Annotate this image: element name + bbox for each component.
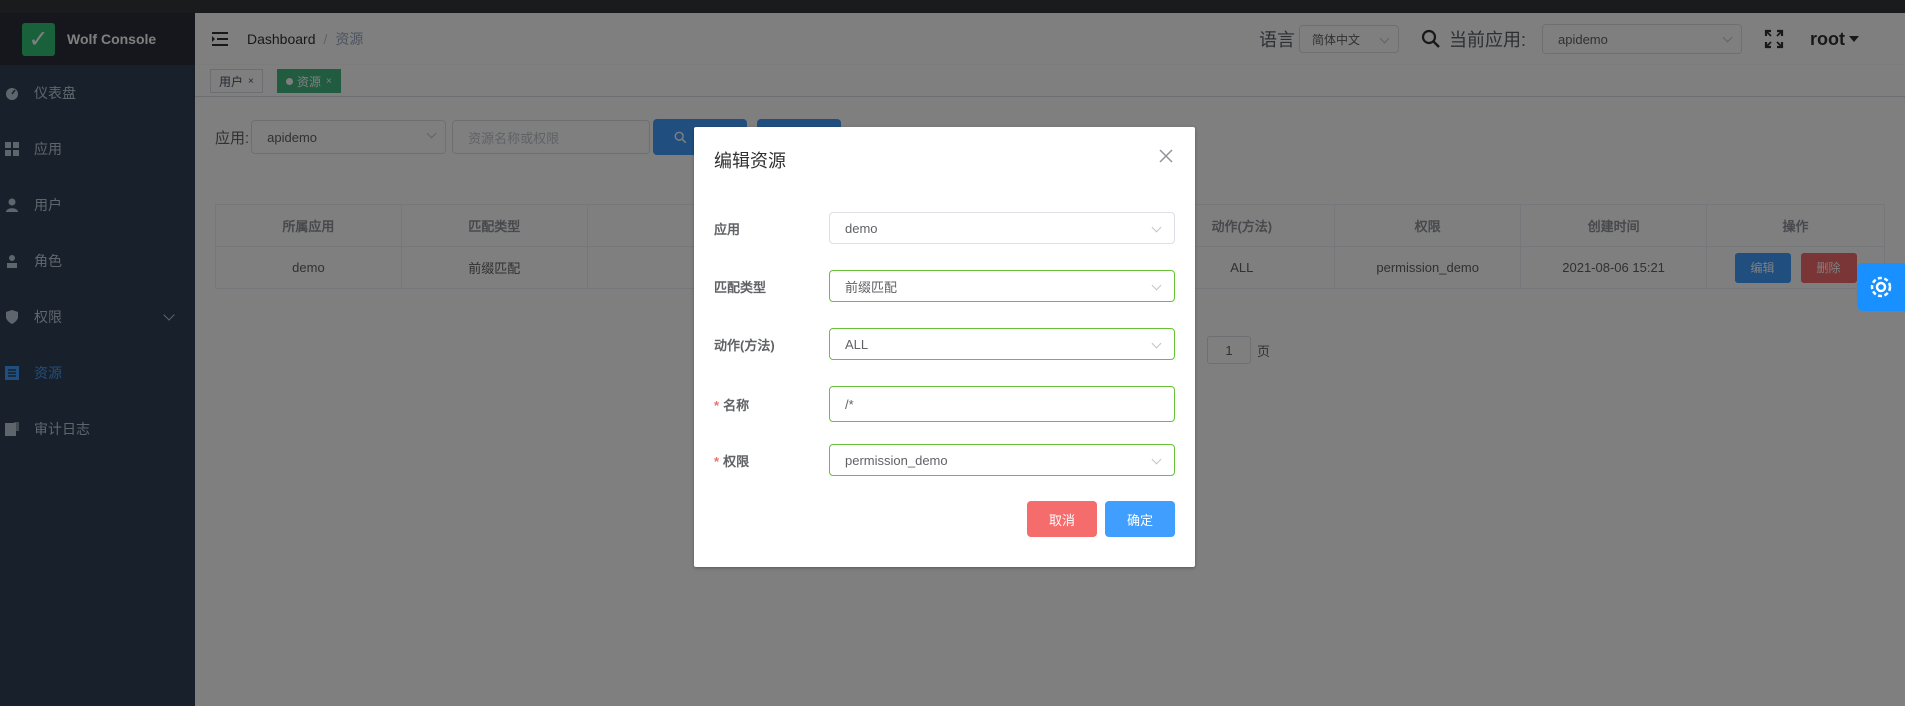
app-select[interactable]: demo	[829, 212, 1175, 244]
name-input[interactable]: /*	[829, 386, 1175, 422]
form-label: 匹配类型	[714, 277, 829, 296]
form-label-text: 匹配类型	[714, 279, 767, 295]
gear-icon	[1870, 276, 1892, 298]
form-row-action: 动作(方法) ALL	[714, 328, 1175, 360]
match-type-value: 前缀匹配	[845, 279, 898, 295]
form-label: * 名称	[714, 395, 829, 414]
form-label: 应用	[714, 219, 829, 238]
form-label-text: 名称	[723, 397, 750, 413]
action-select[interactable]: ALL	[829, 328, 1175, 360]
name-value: /*	[845, 396, 854, 412]
chevron-down-icon	[1151, 222, 1162, 233]
form-row-permission: * 权限 permission_demo	[714, 444, 1175, 476]
settings-button[interactable]	[1857, 263, 1905, 311]
chevron-down-icon	[1151, 280, 1162, 291]
permission-value: permission_demo	[845, 452, 948, 468]
cancel-button[interactable]: 取消	[1027, 501, 1097, 537]
edit-resource-dialog: 编辑资源 应用 demo 匹配类型 前缀匹配 动作(方法) ALL * 名称 /*…	[694, 127, 1195, 567]
form-row-match-type: 匹配类型 前缀匹配	[714, 270, 1175, 302]
form-label-text: 应用	[714, 221, 741, 237]
form-row-name: * 名称 /*	[714, 386, 1175, 422]
chevron-down-icon	[1151, 338, 1162, 349]
dialog-title: 编辑资源	[714, 151, 786, 171]
app-select-value: demo	[845, 220, 878, 236]
form-row-app: 应用 demo	[714, 212, 1175, 244]
required-mark: *	[714, 453, 720, 469]
form-label-text: 动作(方法)	[714, 337, 775, 353]
confirm-button[interactable]: 确定	[1105, 501, 1175, 537]
action-value: ALL	[845, 336, 869, 352]
dialog-footer: 取消 确定	[1027, 501, 1175, 537]
match-type-select[interactable]: 前缀匹配	[829, 270, 1175, 302]
form-label: * 权限	[714, 451, 829, 470]
form-label: 动作(方法)	[714, 335, 829, 354]
chevron-down-icon	[1151, 454, 1162, 465]
form-label-text: 权限	[723, 453, 750, 469]
permission-select[interactable]: permission_demo	[829, 444, 1175, 476]
close-icon[interactable]	[1159, 149, 1173, 163]
required-mark: *	[714, 397, 720, 413]
